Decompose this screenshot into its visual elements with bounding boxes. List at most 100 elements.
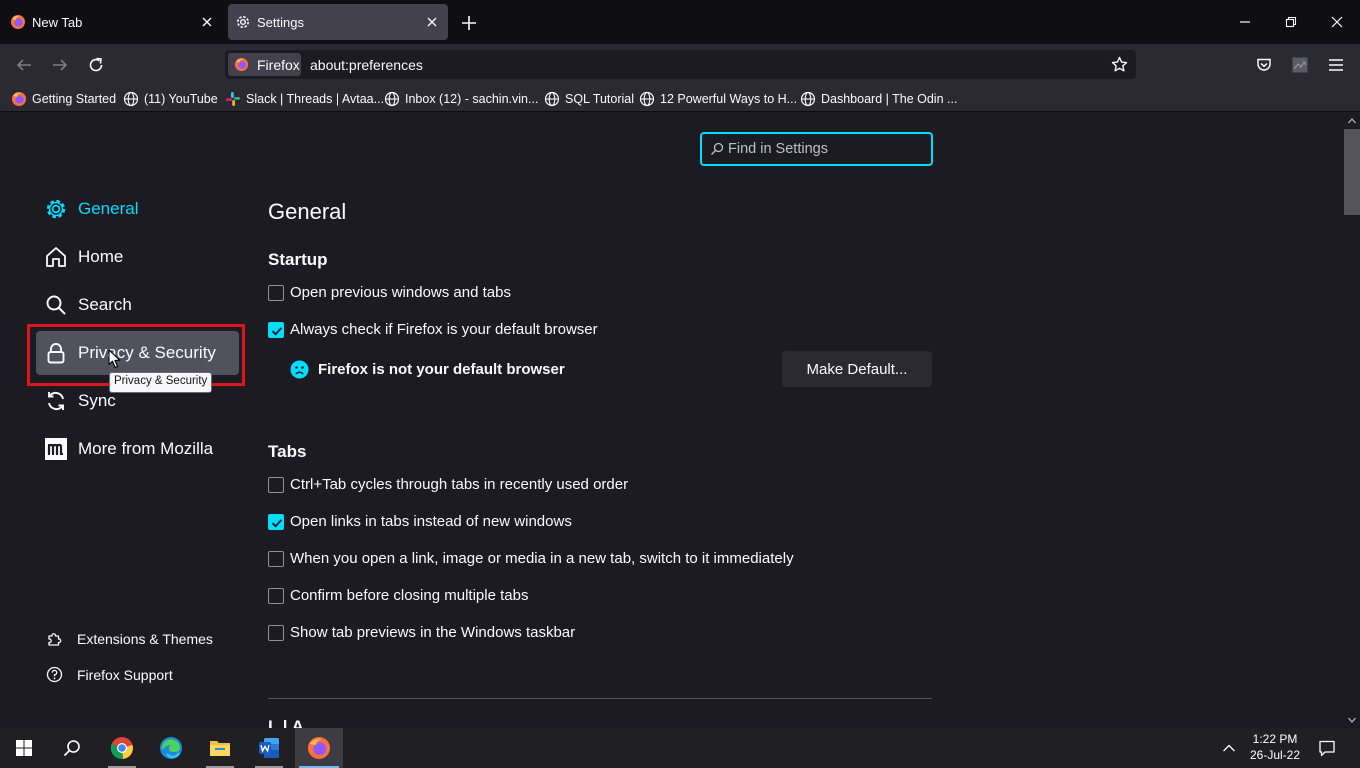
edge-icon <box>160 737 182 759</box>
gear-icon <box>235 14 251 30</box>
taskbar-file-explorer[interactable] <box>196 728 244 768</box>
tab-strip: New Tab Settings <box>0 0 1360 44</box>
firefox-logo-icon <box>10 14 26 30</box>
page-title: General <box>268 199 347 224</box>
checkbox-label: When you open a link, image or media in … <box>290 550 794 567</box>
bookmark-label: Slack | Threads | Avtaa... <box>246 92 385 106</box>
section-divider <box>268 698 932 699</box>
search-icon <box>710 142 724 156</box>
checkbox[interactable] <box>268 514 284 530</box>
category-general[interactable]: General <box>36 187 239 231</box>
checkbox[interactable] <box>268 285 284 301</box>
tab-label: Settings <box>257 15 304 30</box>
slack-icon <box>225 91 241 107</box>
find-in-settings-input[interactable] <box>728 139 923 159</box>
system-clock[interactable]: 1:22 PM 26-Jul-22 <box>1246 731 1304 763</box>
scroll-up-icon[interactable] <box>1348 117 1356 125</box>
back-button[interactable] <box>15 56 33 74</box>
checkbox-label: Show tab previews in the Windows taskbar <box>290 624 576 641</box>
bookmark-item[interactable]: Dashboard | The Odin ... <box>800 90 957 108</box>
minimize-button[interactable] <box>1237 14 1253 30</box>
close-tab-icon[interactable] <box>199 14 215 30</box>
search-icon <box>44 293 68 317</box>
menu-icon[interactable] <box>1327 56 1345 74</box>
taskbar-chrome[interactable] <box>98 728 146 768</box>
tooltip: Privacy & Security <box>109 372 213 393</box>
restore-button[interactable] <box>1283 14 1299 30</box>
new-tab-button[interactable] <box>460 14 478 32</box>
windows-taskbar: 1:22 PM 26-Jul-22 <box>0 728 1360 768</box>
footer-link-label: Firefox Support <box>77 667 173 683</box>
make-default-button[interactable]: Make Default... <box>782 351 932 387</box>
tab-settings[interactable]: Settings <box>228 4 448 40</box>
bookmark-item[interactable]: (11) YouTube <box>123 90 218 108</box>
category-more-from-mozilla[interactable]: More from Mozilla <box>36 427 239 471</box>
identity-box[interactable]: Firefox <box>228 53 301 76</box>
url-bar[interactable]: Firefox about:preferences <box>225 50 1136 79</box>
category-label: Search <box>78 295 132 314</box>
bookmark-item[interactable]: Slack | Threads | Avtaa... <box>225 90 384 108</box>
footer-link-label: Extensions & Themes <box>77 631 213 647</box>
checkbox[interactable] <box>268 588 284 604</box>
checkbox-label: Always check if Firefox is your default … <box>290 321 598 338</box>
close-window-button[interactable] <box>1329 14 1345 30</box>
bookmarks-toolbar: Getting Started (11) YouTube Slack | Thr… <box>0 86 1360 112</box>
taskbar-word[interactable] <box>245 728 293 768</box>
find-in-settings[interactable] <box>700 132 933 166</box>
firefox-logo-icon <box>308 737 330 759</box>
next-section-heading: L | A <box>268 717 304 728</box>
identity-label: Firefox <box>257 57 300 73</box>
bookmark-label: SQL Tutorial <box>565 92 635 106</box>
bookmark-item[interactable]: Getting Started <box>11 90 116 108</box>
forward-button[interactable] <box>51 56 69 74</box>
mouse-cursor-icon <box>108 349 122 369</box>
page-scrollbar[interactable] <box>1344 113 1360 728</box>
clock-time: 1:22 PM <box>1252 732 1298 746</box>
url-text[interactable]: about:preferences <box>310 57 423 73</box>
gear-icon <box>44 197 68 221</box>
category-label: More from Mozilla <box>78 439 214 458</box>
bookmark-item[interactable]: 12 Powerful Ways to H... <box>639 90 797 108</box>
checkbox[interactable] <box>268 551 284 567</box>
globe-icon <box>544 91 560 107</box>
checkbox[interactable] <box>268 322 284 338</box>
puzzle-icon <box>46 630 63 647</box>
sad-face-icon <box>290 360 309 379</box>
taskbar-firefox[interactable] <box>295 728 343 768</box>
checkbox[interactable] <box>268 625 284 641</box>
show-hidden-icons-chevron-icon[interactable] <box>1222 741 1236 755</box>
checkbox[interactable] <box>268 477 284 493</box>
bookmark-label: Dashboard | The Odin ... <box>821 92 958 106</box>
bookmark-item[interactable]: SQL Tutorial <box>544 90 634 108</box>
navigation-toolbar: Firefox about:preferences <box>0 44 1360 86</box>
taskbar-search-button[interactable] <box>48 728 96 768</box>
checkbox-label: Ctrl+Tab cycles through tabs in recently… <box>290 476 629 493</box>
help-icon <box>46 666 63 683</box>
chrome-icon <box>110 737 133 760</box>
scroll-down-icon[interactable] <box>1348 716 1356 724</box>
category-search[interactable]: Search <box>36 283 239 327</box>
reload-button[interactable] <box>87 56 105 74</box>
category-home[interactable]: Home <box>36 235 239 279</box>
home-icon <box>44 245 68 269</box>
notification-center-icon[interactable] <box>1318 739 1336 757</box>
clock-date: 26-Jul-22 <box>1249 748 1301 762</box>
taskbar-edge[interactable] <box>147 728 195 768</box>
account-icon[interactable] <box>1291 56 1309 74</box>
bookmark-item[interactable]: Inbox (12) - sachin.vin... <box>384 90 538 108</box>
pocket-icon[interactable] <box>1255 56 1273 74</box>
tabs-heading: Tabs <box>268 442 307 461</box>
tab-new-tab[interactable]: New Tab <box>0 0 224 44</box>
scroll-thumb[interactable] <box>1344 129 1360 215</box>
bookmark-star-icon[interactable] <box>1111 56 1128 73</box>
bookmark-label: Inbox (12) - sachin.vin... <box>405 92 539 106</box>
globe-icon <box>639 91 655 107</box>
firefox-logo-icon <box>11 91 27 107</box>
windows-start-icon <box>16 740 32 756</box>
word-icon <box>259 738 279 758</box>
start-button[interactable] <box>0 728 48 768</box>
close-tab-icon[interactable] <box>424 14 440 30</box>
globe-icon <box>384 91 400 107</box>
file-explorer-icon <box>210 741 230 756</box>
search-icon <box>63 740 80 757</box>
